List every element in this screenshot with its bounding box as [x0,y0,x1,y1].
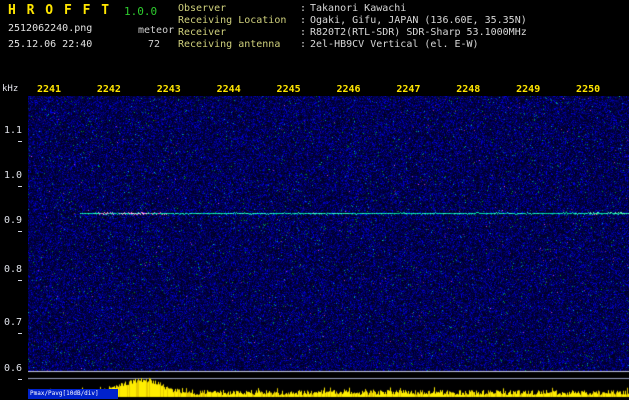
info-colon: : [300,15,310,27]
y-axis-tick-label: 0.7 [0,317,22,339]
x-axis-time-label: 2241 [34,84,64,95]
y-axis-tick-label: 0.9 [0,215,22,237]
info-row-receiver: Receiver:R820T2(RTL-SDR) SDR-Sharp 53.10… [178,27,527,39]
y-axis-tick-label: 0.6 [0,363,22,385]
info-label: Receiving Location [178,15,300,27]
y-axis-tick-label: 1.1 [0,125,22,147]
y-axis-unit: kHz [2,84,18,94]
hrofft-window: H R O F F T 1.0.0 2512062240.png meteor … [0,0,629,400]
y-axis-tick-label: 0.8 [0,264,22,286]
mode-label: meteor [138,25,174,36]
info-label: Receiver [178,27,300,39]
info-value: Takanori Kawachi [310,3,406,15]
x-axis-time-label: 2250 [573,84,603,95]
spectrogram-canvas [28,96,629,400]
level-graph-legend: Pmax/Pavg[10dB/div] [28,389,118,399]
output-filename: 2512062240.png [8,23,92,34]
station-info: Observer:Takanori Kawachi Receiving Loca… [178,3,527,51]
info-colon: : [300,27,310,39]
x-axis-time-label: 2244 [214,84,244,95]
info-row-location: Receiving Location:Ogaki, Gifu, JAPAN (1… [178,15,527,27]
info-row-antenna: Receiving antenna:2el-HB9CV Vertical (el… [178,39,527,51]
x-axis-time-label: 2249 [513,84,543,95]
x-axis-time-label: 2242 [94,84,124,95]
info-row-observer: Observer:Takanori Kawachi [178,3,527,15]
info-value: R820T2(RTL-SDR) SDR-Sharp 53.1000MHz [310,27,527,39]
y-axis-tick-label: 1.0 [0,170,22,192]
echo-count: 72 [148,39,160,50]
x-axis-time-label: 2243 [154,84,184,95]
app-version: 1.0.0 [124,5,157,18]
info-label: Observer [178,3,300,15]
app-title: H R O F F T [8,3,111,18]
datetime-label: 25.12.06 22:40 [8,39,92,50]
info-colon: : [300,39,310,51]
info-label: Receiving antenna [178,39,300,51]
x-axis-time-label: 2248 [453,84,483,95]
info-value: 2el-HB9CV Vertical (el. E-W) [310,39,479,51]
info-value: Ogaki, Gifu, JAPAN (136.60E, 35.35N) [310,15,527,27]
info-colon: : [300,3,310,15]
x-axis-time-label: 2246 [334,84,364,95]
x-axis-time-label: 2245 [274,84,304,95]
x-axis-time-label: 2247 [393,84,423,95]
